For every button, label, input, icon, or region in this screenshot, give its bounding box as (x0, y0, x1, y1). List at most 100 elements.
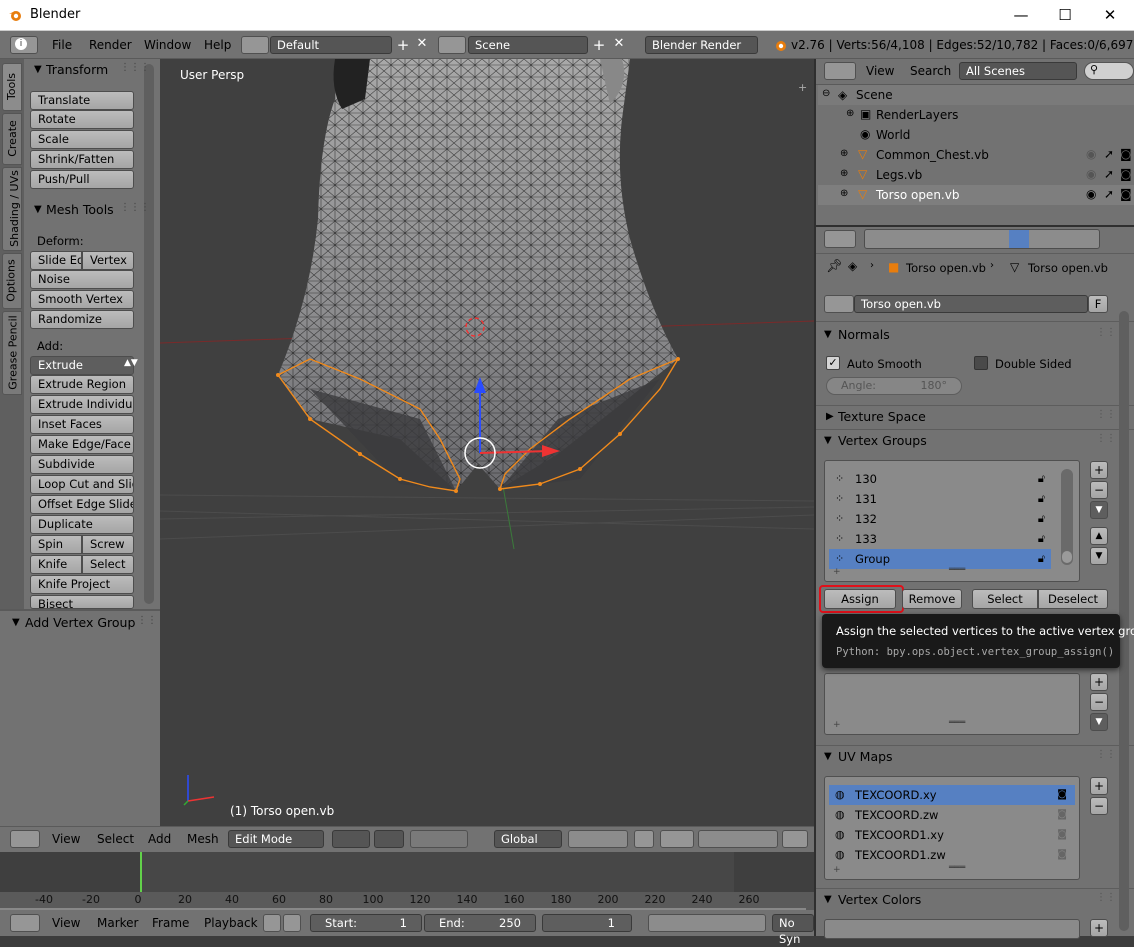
3d-viewport[interactable]: User Persp (1) Torso open.vb + (160, 59, 814, 826)
bisect-button[interactable]: Bisect (30, 595, 134, 609)
menu-window[interactable]: Window (144, 38, 191, 52)
make-edge-face-button[interactable]: Make Edge/Face (30, 435, 134, 454)
shape-keys-list[interactable]: + ═══ (824, 673, 1080, 735)
display-mode-dropdown[interactable]: All Scenes (959, 62, 1077, 80)
add-shape-key-button[interactable]: + (1090, 673, 1108, 691)
pin-icon[interactable]: 📌︎ (826, 259, 843, 274)
tab-create[interactable]: Create (2, 113, 22, 165)
shape-key-specials-icon[interactable]: ▼ (1090, 713, 1108, 731)
menu-frame[interactable]: Frame (152, 916, 189, 930)
editor-type-icon[interactable] (824, 62, 856, 80)
offset-edge-slide-button[interactable]: Offset Edge Slide (30, 495, 134, 514)
vertex-group-specials-icon[interactable]: ▼ (1090, 501, 1108, 519)
add-vertex-group-button[interactable]: + (1090, 461, 1108, 479)
vertex-group-item[interactable]: ⁘ 131 🔓︎ (829, 489, 1051, 509)
noise-button[interactable]: Noise (30, 270, 134, 289)
rotate-button[interactable]: Rotate (30, 110, 134, 129)
list-resize-handle[interactable]: ═══ (949, 718, 965, 728)
editor-type-info-icon[interactable]: i (10, 36, 38, 54)
list-resize-handle[interactable]: ═══ (949, 863, 965, 873)
drag-handle-icon[interactable]: ⋮⋮⋮ (120, 62, 150, 73)
pivot-dropdown[interactable] (374, 830, 404, 848)
editor-type-icon[interactable] (824, 230, 856, 248)
sync-dropdown[interactable]: No Syn (772, 914, 814, 946)
uv-map-item[interactable]: ◍ TEXCOORD.zw ◙ (829, 805, 1075, 825)
slide-edge-button[interactable]: Slide Ed (30, 251, 82, 270)
tab-grease-pencil[interactable]: Grease Pencil (2, 311, 22, 395)
translate-button[interactable]: Translate (30, 91, 134, 110)
spin-button[interactable]: Spin (30, 535, 82, 554)
remove-uv-map-button[interactable]: − (1090, 797, 1108, 815)
angle-slider[interactable]: Angle: 180° (826, 377, 962, 395)
last-operator-panel-header[interactable]: Add Vertex Group (25, 615, 135, 630)
tool-shelf-scrollbar[interactable] (144, 64, 154, 604)
extrude-region-button[interactable]: Extrude Region (30, 375, 134, 394)
add-vertex-color-button[interactable]: + (1090, 919, 1108, 937)
loop-cut-slide-button[interactable]: Loop Cut and Slide (30, 475, 134, 494)
expand-arrow-icon[interactable]: ▶ (826, 411, 834, 422)
timeline[interactable]: -40 -20 0 20 40 60 80 100 120 140 160 180 200 220 240 2… (0, 852, 814, 910)
duplicate-button[interactable]: Duplicate (30, 515, 134, 534)
vertex-group-list[interactable]: ⁘ 130 🔓︎ ⁘ 131 🔓︎ ⁘ 132 🔓︎ ⁘ 133 🔓︎ ⁘ Group 🔓︎ + ═… (824, 460, 1080, 582)
collapse-arrow-icon[interactable]: ▼ (12, 617, 20, 628)
menu-playback[interactable]: Playback (204, 916, 258, 930)
remove-layout-icon[interactable]: ✕ (413, 36, 431, 54)
outliner-row-renderlayers[interactable]: ⊕ ▣ RenderLayers (818, 105, 1134, 125)
knife-button[interactable]: Knife (30, 555, 82, 574)
vertex-group-item[interactable]: ⁘ 130 🔓︎ (829, 469, 1051, 489)
maximize-button[interactable]: ☐ (1050, 4, 1080, 26)
double-sided-checkbox[interactable] (974, 356, 988, 370)
add-uv-map-button[interactable]: + (1090, 777, 1108, 795)
collapse-arrow-icon[interactable]: ▼ (34, 64, 42, 75)
mesh-browse-icon[interactable] (824, 295, 854, 313)
normals-panel-header[interactable]: Normals (838, 327, 890, 342)
menu-view[interactable]: View (866, 64, 894, 78)
vertex-colors-panel-header[interactable]: Vertex Colors (838, 892, 921, 907)
mesh-viewport-render[interactable] (160, 59, 814, 826)
slide-vertex-button[interactable]: Vertex (82, 251, 134, 270)
outliner-row-legs[interactable]: ⊕ ▽ Legs.vb ◉ ➚ ◙ (818, 165, 1134, 185)
current-frame-marker[interactable] (140, 852, 142, 892)
start-frame-field[interactable]: Start: 1 (310, 914, 422, 932)
shading-dropdown[interactable] (332, 830, 370, 848)
search-input[interactable]: ⚲ (1084, 62, 1134, 80)
vertex-group-item[interactable]: ⁘ 133 🔓︎ (829, 529, 1051, 549)
filter-options-icon[interactable]: + (833, 567, 841, 577)
menu-view[interactable]: View (52, 916, 80, 930)
remove-scene-icon[interactable]: ✕ (610, 36, 628, 54)
collapse-arrow-icon[interactable]: ▼ (824, 435, 832, 446)
subdivide-button[interactable]: Subdivide (30, 455, 134, 474)
list-resize-handle[interactable]: ═══ (949, 565, 965, 575)
fake-user-button[interactable]: F (1088, 295, 1108, 313)
extrude-dropdown[interactable]: Extrude (30, 356, 134, 375)
layer-buttons[interactable] (568, 830, 628, 848)
menu-file[interactable]: File (52, 38, 72, 52)
tab-options[interactable]: Options (2, 253, 22, 309)
knife-project-button[interactable]: Knife Project (30, 575, 134, 594)
transform-panel-header[interactable]: Transform (46, 62, 108, 77)
outliner-row-world[interactable]: ◉ World (818, 125, 1134, 145)
scale-button[interactable]: Scale (30, 130, 134, 149)
drag-handle-icon[interactable]: ⋮⋮⋮ (120, 202, 150, 213)
uv-map-item-active[interactable]: ◍ TEXCOORD.xy ◙ (829, 785, 1075, 805)
remove-vertex-group-button[interactable]: − (1090, 481, 1108, 499)
properties-toggle-icon[interactable]: + (798, 81, 807, 94)
outliner-row-scene[interactable]: ⊖ ◈ Scene (818, 85, 1134, 105)
deselect-group-button[interactable]: Deselect (1038, 589, 1108, 609)
auto-smooth-checkbox[interactable]: ✓ (826, 356, 840, 370)
uv-maps-panel-header[interactable]: UV Maps (838, 749, 893, 764)
orientation-dropdown[interactable]: Global (494, 830, 562, 848)
tab-tools[interactable]: Tools (2, 63, 22, 111)
render-preview-icon[interactable] (782, 830, 808, 848)
randomize-button[interactable]: Randomize (30, 310, 134, 329)
screen-layout-icon[interactable] (241, 36, 269, 54)
falloff-dropdown[interactable] (660, 830, 694, 848)
tab-shading-uvs[interactable]: Shading / UVs (2, 167, 22, 251)
add-scene-icon[interactable]: + (590, 36, 608, 54)
editor-type-icon[interactable] (10, 914, 40, 932)
vertex-group-item-active[interactable]: ⁘ Group 🔓︎ (829, 549, 1051, 569)
menu-view[interactable]: View (52, 832, 80, 846)
collapse-arrow-icon[interactable]: ▼ (824, 894, 832, 905)
uv-map-list[interactable]: ◍ TEXCOORD.xy ◙ ◍ TEXCOORD.zw ◙ ◍ TEXCOORD1.x… (824, 776, 1080, 880)
texture-space-panel-header[interactable]: Texture Space (838, 409, 926, 424)
